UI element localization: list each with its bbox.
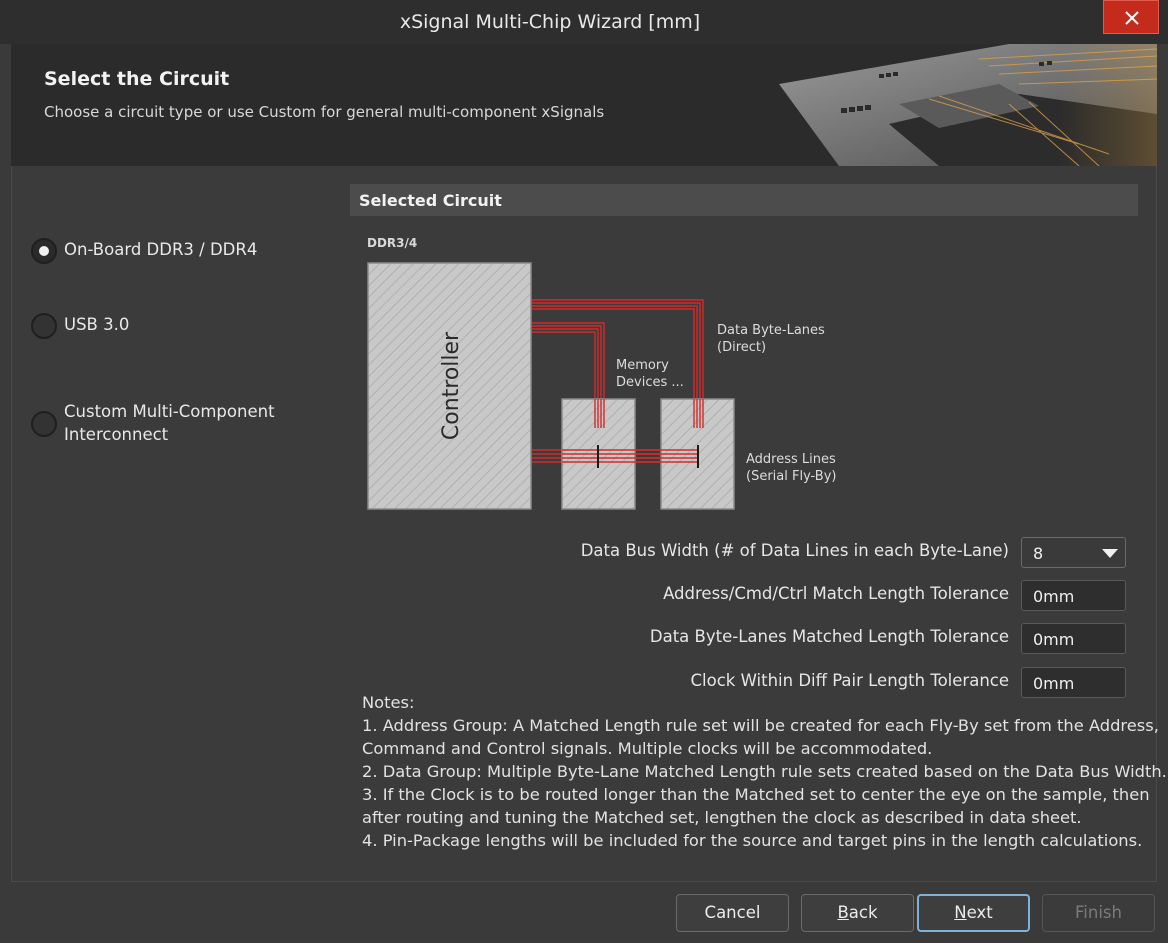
notes-line: Command and Control signals. Multiple cl… — [362, 739, 933, 758]
close-icon — [1125, 11, 1139, 25]
next-label: ext — [966, 903, 993, 922]
notes-line: 4. Pin-Package lengths will be included … — [362, 831, 1143, 850]
radio-label-usb: USB 3.0 — [64, 315, 130, 334]
notes-heading: Notes: — [362, 693, 415, 712]
data-bus-width-value: 8 — [1033, 544, 1044, 563]
close-button[interactable] — [1103, 0, 1159, 34]
selected-circuit-header: Selected Circuit — [350, 184, 1138, 216]
back-label: ack — [848, 903, 878, 922]
diagram-title: DDR3/4 — [367, 236, 417, 250]
notes-line: after routing and tuning the Matched set… — [362, 808, 1082, 827]
radio-option-ddr[interactable]: On-Board DDR3 / DDR4 — [31, 238, 304, 264]
data-lanes-label-1: Data Byte-Lanes — [717, 323, 825, 338]
wizard-banner: Select the Circuit Choose a circuit type… — [11, 44, 1157, 166]
address-lines-label-2: (Serial Fly-By) — [746, 469, 836, 484]
clock-tolerance-label: Clock Within Diff Pair Length Tolerance — [690, 671, 1010, 690]
next-button[interactable]: Next — [917, 894, 1030, 932]
title-bar: xSignal Multi-Chip Wizard [mm] — [0, 0, 1168, 44]
section-title: Selected Circuit — [359, 191, 502, 210]
page-title: Select the Circuit — [44, 68, 230, 90]
data-lanes-label-2: (Direct) — [717, 340, 766, 355]
radio-label-ddr: On-Board DDR3 / DDR4 — [64, 240, 258, 259]
radio-button-ddr[interactable] — [31, 238, 57, 264]
notes-block: Notes: 1. Address Group: A Matched Lengt… — [362, 691, 1167, 852]
data-tolerance-label: Data Byte-Lanes Matched Length Tolerance — [649, 627, 1009, 646]
addr-tolerance-input[interactable]: 0mm — [1021, 580, 1126, 611]
page-subtitle: Choose a circuit type or use Custom for … — [44, 103, 605, 121]
controller-label: Controller — [439, 331, 464, 440]
window-title: xSignal Multi-Chip Wizard [mm] — [399, 11, 701, 33]
address-lines-label-1: Address Lines — [746, 452, 836, 467]
data-bus-width-label: Data Bus Width (# of Data Lines in each … — [580, 541, 1009, 560]
ddr-circuit-diagram: DDR3/4 Controller Memory Devices ... Dat — [367, 236, 836, 510]
data-tolerance-input[interactable]: 0mm — [1021, 623, 1126, 654]
notes-line: 1. Address Group: A Matched Length rule … — [362, 716, 1159, 735]
radio-option-usb[interactable]: USB 3.0 — [31, 313, 304, 339]
pcb-banner-image — [779, 44, 1157, 166]
radio-label-custom: Custom Multi-Component Interconnect — [64, 402, 275, 444]
memory-label-2: Devices ... — [616, 375, 684, 390]
finish-button[interactable]: Finish — [1042, 894, 1155, 932]
cancel-button[interactable]: Cancel — [676, 894, 789, 932]
memory-label-1: Memory — [616, 358, 669, 373]
chevron-down-icon — [1102, 549, 1118, 558]
radio-button-custom[interactable] — [31, 411, 57, 437]
notes-line: 2. Data Group: Multiple Byte-Lane Matche… — [362, 762, 1167, 781]
next-mnemonic: N — [954, 903, 967, 922]
addr-tolerance-label: Address/Cmd/Ctrl Match Length Tolerance — [663, 584, 1009, 603]
radio-button-usb[interactable] — [31, 313, 57, 339]
back-button[interactable]: Back — [801, 894, 914, 932]
back-mnemonic: B — [837, 903, 849, 922]
notes-line: 3. If the Clock is to be routed longer t… — [362, 785, 1150, 804]
radio-option-custom[interactable]: Custom Multi-Component Interconnect — [31, 400, 284, 446]
data-bus-width-select[interactable]: 8 — [1021, 537, 1126, 568]
